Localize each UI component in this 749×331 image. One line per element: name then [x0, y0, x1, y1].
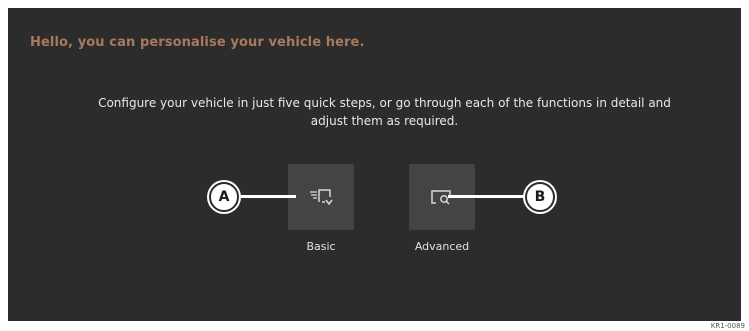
callout-b: B — [525, 182, 555, 212]
callout-a: A — [209, 182, 239, 212]
callout-a-leader-line — [239, 195, 296, 198]
advanced-label: Advanced — [414, 240, 470, 253]
callout-b-leader-line — [448, 195, 524, 198]
page-title: Hello, you can personalise your vehicle … — [30, 35, 365, 50]
basic-button[interactable] — [288, 164, 354, 230]
figure-code: KR1-0089 — [708, 322, 747, 330]
basic-label: Basic — [306, 240, 336, 253]
quick-settings-icon — [310, 189, 333, 206]
intro-text: Configure your vehicle in just five quic… — [98, 96, 671, 128]
personalisation-screen: Hello, you can personalise your vehicle … — [8, 8, 741, 321]
